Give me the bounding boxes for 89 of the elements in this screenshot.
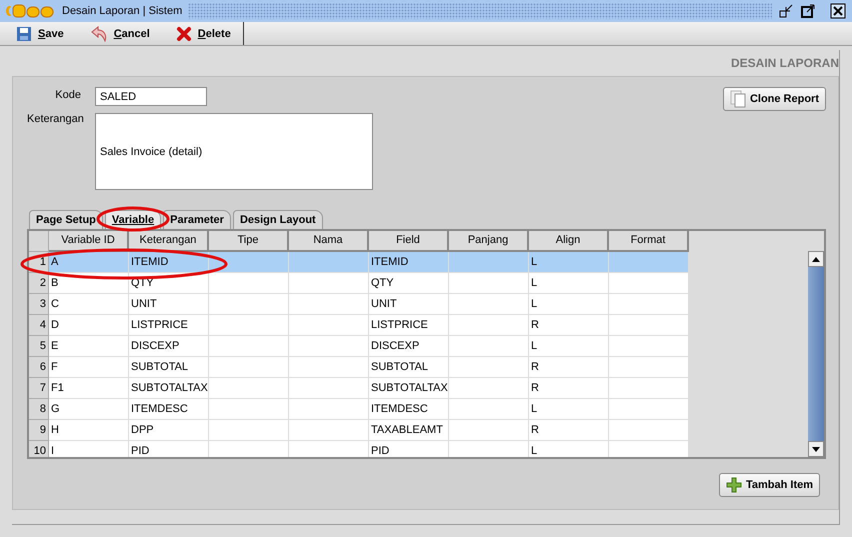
table-cell: SUBTOTAL xyxy=(129,357,209,378)
column-header[interactable]: Nama xyxy=(289,231,369,252)
table-cell: SUBTOTAL xyxy=(369,357,449,378)
table-cell: PID xyxy=(129,441,209,457)
delete-button[interactable]: Delete xyxy=(160,22,244,45)
column-header[interactable]: Align xyxy=(529,231,609,252)
table-cell: E xyxy=(49,336,129,357)
scroll-up-icon[interactable] xyxy=(812,256,820,262)
table-row[interactable]: 9 H DPP TAXABLEAMT R xyxy=(29,420,808,441)
table-cell: R xyxy=(529,315,609,336)
scrollbar[interactable] xyxy=(808,251,824,457)
table-cell: ITEMID xyxy=(129,252,209,273)
column-header[interactable]: Variable ID xyxy=(49,231,129,252)
table-cell: L xyxy=(529,252,609,273)
table-cell: DPP xyxy=(129,420,209,441)
table-cell: L xyxy=(529,273,609,294)
table-row[interactable]: 1 A ITEMID ITEMID L xyxy=(29,252,808,273)
row-number: 9 xyxy=(29,420,49,441)
row-number: 10 xyxy=(29,441,49,457)
table-cell: UNIT xyxy=(129,294,209,315)
table-cell: SUBTOTALTAX xyxy=(369,378,449,399)
tab[interactable]: Page Setup xyxy=(29,210,103,229)
table-cell: G xyxy=(49,399,129,420)
scroll-down-icon[interactable] xyxy=(812,446,820,452)
table-cell: ITEMID xyxy=(369,252,449,273)
row-number: 5 xyxy=(29,336,49,357)
save-button[interactable]: Save xyxy=(0,22,74,45)
maximize-icon[interactable] xyxy=(800,3,816,19)
tab[interactable]: Design Layout xyxy=(232,210,323,229)
table-row[interactable]: 4 D LISTPRICE LISTPRICE R xyxy=(29,315,808,336)
table-cell: DISCEXP xyxy=(129,336,209,357)
cancel-button[interactable]: Cancel xyxy=(74,22,160,45)
table-row[interactable]: 8 G ITEMDESC ITEMDESC L xyxy=(29,399,808,420)
field-label: Keterangan xyxy=(27,113,85,125)
table-row[interactable]: 7 F1 SUBTOTALTAX SUBTOTALTAX R xyxy=(29,378,808,399)
column-header[interactable]: Panjang xyxy=(449,231,529,252)
table-cell: SUBTOTALTAX xyxy=(129,378,209,399)
table-cell: R xyxy=(529,420,609,441)
plus-icon xyxy=(726,477,742,493)
column-header[interactable]: Field xyxy=(369,231,449,252)
table-cell: R xyxy=(529,378,609,399)
table-cell: DISCEXP xyxy=(369,336,449,357)
minimize-icon[interactable] xyxy=(778,3,794,19)
table-cell: LISTPRICE xyxy=(369,315,449,336)
row-number: 3 xyxy=(29,294,49,315)
tab[interactable]: Parameter xyxy=(163,210,231,229)
column-header[interactable]: Keterangan xyxy=(129,231,209,252)
column-header[interactable]: Tipe xyxy=(209,231,289,252)
table-cell: L xyxy=(529,294,609,315)
table-cell: I xyxy=(49,441,129,457)
table-cell: ITEMDESC xyxy=(369,399,449,420)
delete-x-icon xyxy=(176,26,192,42)
table-cell: LISTPRICE xyxy=(129,315,209,336)
table-cell: R xyxy=(529,357,609,378)
table-row[interactable]: 6 F SUBTOTAL SUBTOTAL R xyxy=(29,357,808,378)
table-cell: ITEMDESC xyxy=(129,399,209,420)
undo-arrow-icon xyxy=(90,26,108,42)
table-cell: F xyxy=(49,357,129,378)
field-label: Kode xyxy=(54,88,82,101)
row-number: 6 xyxy=(29,357,49,378)
row-number: 7 xyxy=(29,378,49,399)
row-number: 2 xyxy=(29,273,49,294)
table-cell: L xyxy=(529,336,609,357)
copy-icon xyxy=(730,90,746,108)
table-cell: TAXABLEAMT xyxy=(369,420,449,441)
table-cell: UNIT xyxy=(369,294,449,315)
column-header[interactable]: Format xyxy=(609,231,689,252)
table-cell: H xyxy=(49,420,129,441)
row-number: 4 xyxy=(29,315,49,336)
close-icon[interactable] xyxy=(830,3,846,19)
table-row[interactable]: 5 E DISCEXP DISCEXP L xyxy=(29,336,808,357)
keterangan-field[interactable]: Sales Invoice (detail) xyxy=(95,113,373,190)
table-cell: A xyxy=(49,252,129,273)
table-row[interactable]: 10 I PID PID L xyxy=(29,441,808,457)
kode-field[interactable]: SALED xyxy=(95,87,207,106)
table-cell: C xyxy=(49,294,129,315)
section-heading: DESAIN LAPORAN xyxy=(730,55,839,72)
table-cell: L xyxy=(529,399,609,420)
add-item-button[interactable]: Tambah Item xyxy=(718,473,820,497)
table-cell: D xyxy=(49,315,129,336)
table-cell: L xyxy=(529,441,609,457)
window-title: Desain Laporan | Sistem xyxy=(62,5,182,17)
clone-report-button[interactable]: Clone Report xyxy=(722,87,826,111)
table-row[interactable]: 3 C UNIT UNIT L xyxy=(29,294,808,315)
row-number: 8 xyxy=(29,399,49,420)
table-cell: QTY xyxy=(369,273,449,294)
table-cell: F1 xyxy=(49,378,129,399)
bee-logo-icon xyxy=(4,3,56,19)
table-cell: PID xyxy=(369,441,449,457)
